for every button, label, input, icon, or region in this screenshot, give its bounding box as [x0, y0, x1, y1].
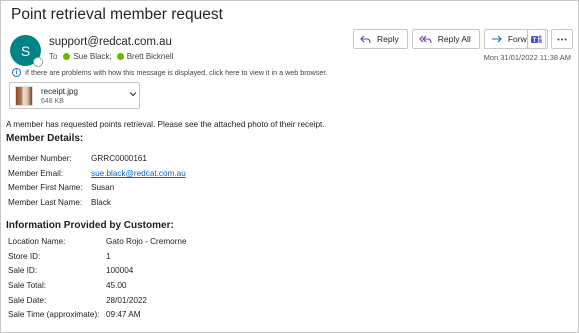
- ellipsis-icon: [557, 38, 567, 40]
- member-number-label: Member Number:: [8, 154, 72, 163]
- avatar-initial: S: [20, 42, 31, 59]
- teams-icon: T: [531, 34, 542, 43]
- sale-date-label: Sale Date:: [8, 296, 47, 305]
- location-name-value: Gato Rojo - Cremorne: [106, 237, 187, 246]
- customer-row: Sale ID: 100004: [8, 266, 133, 275]
- presence-unknown-icon: [33, 57, 43, 67]
- store-id-label: Store ID:: [8, 252, 41, 261]
- recipient-brett-bicknell[interactable]: Brett Bicknell: [127, 52, 174, 61]
- attachment-card[interactable]: receipt.jpg 648 KB: [9, 82, 140, 109]
- reply-all-button[interactable]: Reply All: [411, 29, 480, 49]
- member-row: Member Number: GRRC0000161: [8, 154, 147, 163]
- info-icon: i: [12, 68, 21, 77]
- member-last-name-value: Black: [91, 198, 112, 207]
- presence-available-icon: [63, 53, 71, 60]
- recipients-line: To Sue Black; Brett Bicknell: [49, 52, 178, 61]
- presence-available-icon: [116, 53, 124, 60]
- chevron-down-icon[interactable]: [129, 91, 137, 97]
- sale-date-value: 28/01/2022: [106, 296, 147, 305]
- member-details-heading: Member Details:: [6, 133, 84, 144]
- sale-id-value: 100004: [106, 266, 134, 275]
- reply-button[interactable]: Reply: [353, 29, 408, 49]
- customer-info-heading: Information Provided by Customer:: [6, 220, 174, 231]
- location-name-label: Location Name:: [8, 237, 66, 246]
- message-reading-pane: Point retrieval member request S support…: [0, 0, 579, 333]
- attachment-size: 648 KB: [41, 98, 64, 105]
- attachment-thumbnail: [15, 86, 33, 106]
- forward-icon: [491, 35, 502, 42]
- member-number-value: GRRC0000161: [91, 154, 147, 163]
- reply-all-label: Reply All: [437, 34, 471, 44]
- reply-all-icon: [418, 35, 432, 43]
- customer-row: Sale Date: 28/01/2022: [8, 296, 147, 305]
- to-label: To: [49, 52, 58, 61]
- recipient-sue-black[interactable]: Sue Black;: [73, 52, 111, 61]
- customer-row: Location Name: Gato Rojo - Cremorne: [8, 237, 187, 246]
- message-subject: Point retrieval member request: [11, 6, 223, 23]
- member-row: Member First Name: Susan: [8, 183, 114, 192]
- more-actions-button[interactable]: [551, 29, 573, 49]
- customer-row: Sale Total: 45.00: [8, 281, 127, 290]
- message-date: Mon 31/01/2022 11:38 AM: [483, 53, 571, 62]
- store-id-value: 1: [106, 252, 111, 261]
- member-row: Member Email: sue.black@redcat.com.au: [8, 169, 186, 178]
- display-problems-infobar[interactable]: i If there are problems with how this me…: [12, 68, 327, 77]
- sale-total-label: Sale Total:: [8, 281, 47, 290]
- member-first-name-value: Susan: [91, 183, 115, 192]
- member-email-label: Member Email:: [8, 169, 64, 178]
- svg-text:T: T: [533, 37, 537, 43]
- reply-icon: [360, 35, 371, 43]
- member-last-name-label: Member Last Name:: [8, 198, 83, 207]
- customer-row: Store ID: 1: [8, 252, 111, 261]
- member-email-link[interactable]: sue.black@redcat.com.au: [91, 169, 186, 178]
- message-actions: Reply Reply All Forward: [353, 29, 552, 49]
- member-row: Member Last Name: Black: [8, 198, 111, 207]
- sender-address[interactable]: support@redcat.com.au: [49, 36, 172, 48]
- infobar-text: If there are problems with how this mess…: [25, 68, 328, 77]
- sale-time-value: 09:47 AM: [106, 310, 141, 319]
- member-first-name-label: Member First Name:: [8, 183, 83, 192]
- teams-share-button[interactable]: T: [527, 29, 546, 49]
- reply-label: Reply: [377, 34, 399, 44]
- attachment-name: receipt.jpg: [41, 87, 78, 96]
- sale-id-label: Sale ID:: [8, 266, 38, 275]
- customer-row: Sale Time (approximate): 09:47 AM: [8, 310, 141, 319]
- sale-time-label: Sale Time (approximate):: [8, 310, 100, 319]
- message-intro: A member has requested points retrieval.…: [6, 120, 325, 129]
- sale-total-value: 45.00: [106, 281, 127, 290]
